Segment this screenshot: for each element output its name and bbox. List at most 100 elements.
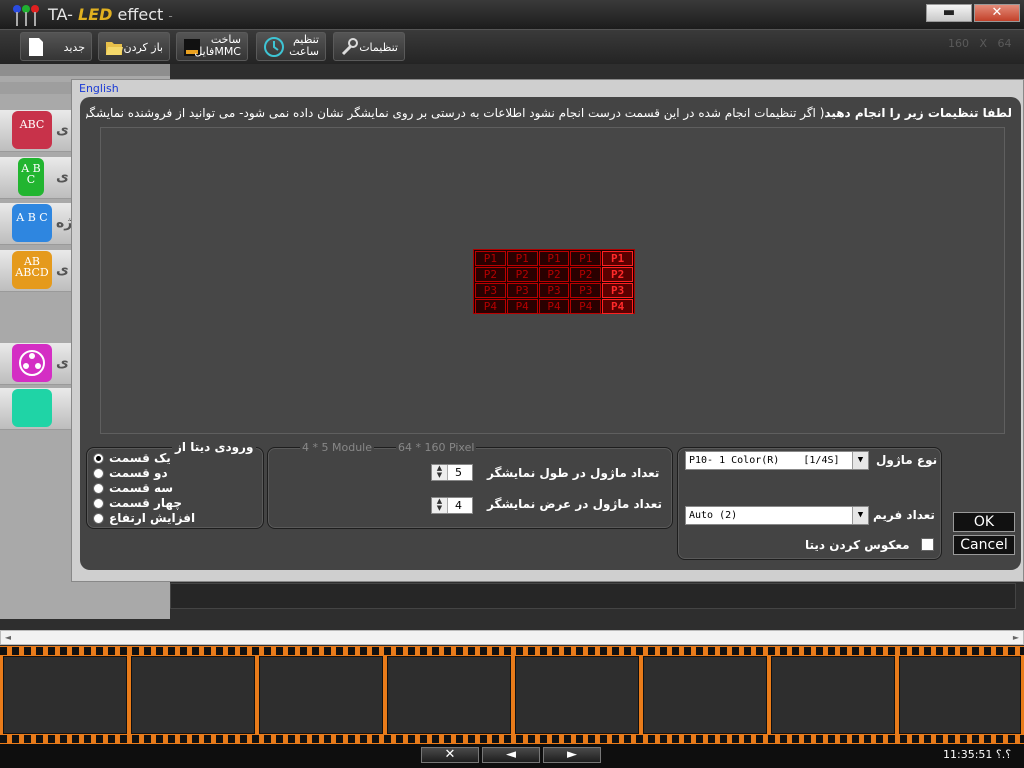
previous-frame-button[interactable]: ◄: [482, 747, 540, 763]
open-label: باز کردن: [123, 41, 163, 54]
matrix-cell: P3: [570, 283, 602, 298]
title-bar: TA- LED effect - ▬ ✕: [0, 0, 1024, 30]
abc-wave-icon: A B C: [12, 204, 52, 242]
app-title: TA- LED effect -: [48, 5, 173, 24]
delete-frame-button[interactable]: ✕: [421, 747, 479, 763]
module-count-group: [267, 447, 673, 529]
invert-data-label: معکوس کردن دیتا: [805, 538, 910, 552]
data-input-option-label: چهار قسمت: [109, 496, 182, 510]
module-width-stepper[interactable]: ▲ ▼ 4: [431, 497, 473, 514]
ok-button[interactable]: OK: [953, 512, 1015, 532]
matrix-cell: P2: [506, 267, 538, 282]
stepper-arrows-icon[interactable]: ▲ ▼: [432, 465, 448, 480]
matrix-cell: P3: [538, 283, 570, 298]
module-type-select[interactable]: P10- 1 Color(R) [1/4S] ▼: [685, 451, 869, 470]
matrix-cell: P3: [602, 283, 633, 298]
module-length-value: 5: [455, 466, 462, 479]
app-title-prefix: TA-: [48, 5, 73, 24]
new-label: جدید: [63, 41, 85, 54]
film-frame[interactable]: [387, 656, 511, 734]
abc-vertical-icon: A B C: [18, 158, 44, 196]
ab-abcd-icon: AB ABCD: [12, 251, 52, 289]
close-icon: ✕: [444, 747, 456, 762]
app-title-suffix: effect: [112, 5, 164, 24]
radio-button[interactable]: [93, 453, 104, 464]
arrow-left-icon: ◄: [506, 747, 516, 762]
matrix-cell: P1: [475, 251, 506, 266]
module-type-label: نوع ماژول: [876, 453, 938, 467]
close-button[interactable]: ✕: [974, 4, 1020, 22]
instruction-bold: لطفا تنظیمات زیر را انجام دهید: [824, 106, 1012, 120]
clock-icon: [264, 37, 284, 57]
data-input-option[interactable]: یک قسمت: [92, 451, 262, 466]
film-holes-top: [0, 647, 1024, 655]
instruction-text: لطفا تنظیمات زیر را انجام دهید( اگر تنظی…: [86, 106, 1012, 126]
cancel-button[interactable]: Cancel: [953, 535, 1015, 555]
data-input-option-label: یک قسمت: [109, 451, 171, 465]
set-clock-button[interactable]: تنظیم ساعت: [256, 32, 326, 61]
mmc-label: ساخت فایلMMC: [194, 34, 241, 58]
data-input-option-label: دو قسمت: [109, 466, 168, 480]
sidebar-stripe: [0, 64, 170, 76]
mmc-label-line2: فایلMMC: [194, 45, 241, 58]
scroll-right-icon[interactable]: ►: [1009, 631, 1023, 644]
film-frame[interactable]: [899, 656, 1021, 734]
module-length-stepper[interactable]: ▲ ▼ 5: [431, 464, 473, 481]
settings-label: تنظیمات: [359, 41, 398, 54]
open-button[interactable]: باز کردن: [98, 32, 170, 61]
module-matrix: P1 P1 P1 P1 P1 P2 P2 P2 P2 P2 P3 P3 P3 P3 P3 P4 P4 P4 P4 P4: [473, 249, 635, 314]
new-button[interactable]: جدید: [20, 32, 92, 61]
data-input-option[interactable]: سه قسمت: [92, 481, 262, 496]
settings-button[interactable]: تنظیمات: [333, 32, 405, 61]
matrix-cell: P4: [538, 299, 570, 314]
display-width: 160: [948, 37, 969, 50]
film-reel-icon: [12, 344, 52, 382]
led-logo-icon: [13, 5, 39, 26]
matrix-cell: P3: [506, 283, 538, 298]
scroll-left-icon[interactable]: ◄: [1, 631, 15, 644]
minimize-button[interactable]: ▬: [926, 4, 972, 22]
radio-button[interactable]: [93, 483, 104, 494]
film-frame[interactable]: [3, 656, 127, 734]
horizontal-scrollbar[interactable]: ◄ ►: [0, 630, 1024, 645]
clock-label: تنظیم ساعت: [289, 34, 319, 58]
radio-button[interactable]: [93, 513, 104, 524]
film-frame[interactable]: [131, 656, 255, 734]
data-input-option[interactable]: افزایش ارتفاع: [92, 511, 262, 526]
make-mmc-file-button[interactable]: ساخت فایلMMC: [176, 32, 248, 61]
matrix-cell: P1: [570, 251, 602, 266]
data-input-option[interactable]: دو قسمت: [92, 466, 262, 481]
sidebar-item-label: ی: [56, 355, 69, 371]
module-width-value: 4: [455, 499, 462, 512]
blank-tile-icon: [12, 389, 52, 427]
english-link[interactable]: English: [79, 82, 119, 95]
display-dimensions: 160 X 64: [948, 37, 1012, 50]
matrix-cell: P4: [602, 299, 633, 314]
matrix-cell: P4: [506, 299, 538, 314]
toolbar: جدید باز کردن ساخت فایلMMC تنظیم ساعت تن…: [0, 30, 1024, 64]
chevron-down-icon[interactable]: ▼: [852, 507, 868, 524]
film-frame[interactable]: [259, 656, 383, 734]
chevron-down-icon[interactable]: ▼: [852, 452, 868, 469]
matrix-cell: P4: [570, 299, 602, 314]
film-reel-glyph: [19, 350, 45, 376]
film-frame[interactable]: [771, 656, 895, 734]
app-title-logo: LED: [78, 5, 113, 24]
radio-button[interactable]: [93, 498, 104, 509]
data-input-option-label: سه قسمت: [109, 481, 174, 495]
data-input-option-label: افزایش ارتفاع: [109, 511, 196, 525]
frame-count-value: Auto (2): [689, 510, 738, 521]
frame-count-label: تعداد فریم: [873, 508, 935, 522]
radio-button[interactable]: [93, 468, 104, 479]
stepper-arrows-icon[interactable]: ▲ ▼: [432, 498, 448, 513]
film-frame[interactable]: [515, 656, 639, 734]
data-input-option[interactable]: چهار قسمت: [92, 496, 262, 511]
frame-count-select[interactable]: Auto (2) ▼: [685, 506, 869, 525]
invert-data-checkbox[interactable]: [921, 538, 934, 551]
next-frame-button[interactable]: ►: [543, 747, 601, 763]
instruction-rest: ( اگر تنظیمات انجام شده در این قسمت درست…: [86, 106, 825, 120]
matrix-cell: P1: [506, 251, 538, 266]
film-holes-bottom: [0, 735, 1024, 743]
module-count-info: 4 * 5 Module: [300, 441, 374, 454]
film-frame[interactable]: [643, 656, 767, 734]
